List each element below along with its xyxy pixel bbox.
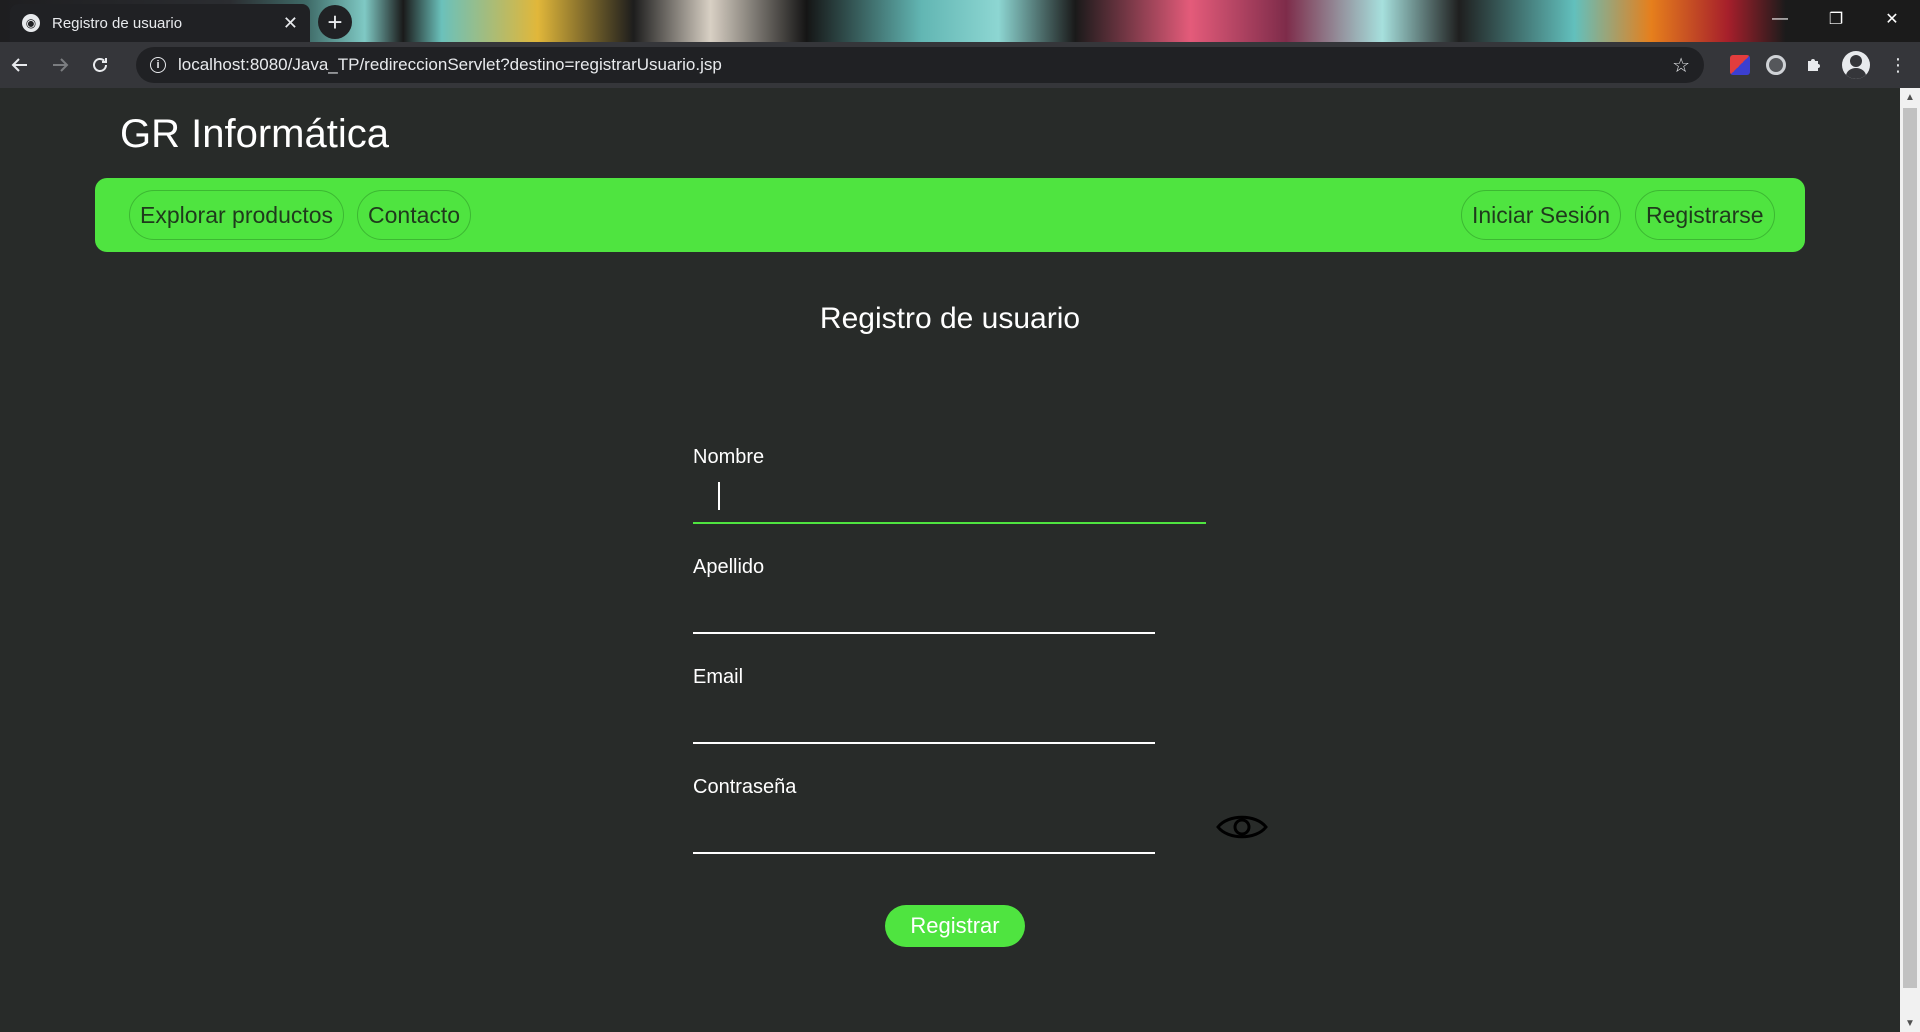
globe-icon: ◉ — [22, 14, 40, 32]
extension-record-icon[interactable] — [1766, 55, 1786, 75]
address-bar[interactable]: i localhost:8080/Java_TP/redireccionServ… — [136, 47, 1704, 83]
reload-button[interactable] — [80, 45, 120, 85]
nombre-label: Nombre — [693, 446, 765, 468]
forward-button[interactable] — [40, 45, 80, 85]
nombre-input[interactable] — [693, 480, 1206, 524]
site-brand[interactable]: GR Informática — [120, 112, 389, 157]
extension-color-icon[interactable] — [1730, 55, 1750, 75]
scrollbar-thumb[interactable] — [1903, 108, 1917, 988]
browser-toolbar: i localhost:8080/Java_TP/redireccionServ… — [0, 42, 1920, 88]
nav-explorar-productos[interactable]: Explorar productos — [129, 190, 345, 240]
scroll-down-arrow-icon[interactable]: ▼ — [1900, 1014, 1920, 1032]
email-label: Email — [693, 666, 744, 688]
page-viewport: GR Informática Explorar productos Contac… — [0, 88, 1900, 1032]
back-arrow-icon — [11, 58, 27, 72]
new-tab-button[interactable]: + — [318, 5, 352, 39]
extensions-puzzle-icon[interactable] — [1802, 53, 1826, 77]
back-button[interactable] — [0, 45, 40, 85]
registrar-button[interactable]: Registrar — [885, 905, 1025, 947]
tab-title: Registro de usuario — [52, 14, 183, 32]
restore-button[interactable]: ❐ — [1808, 0, 1864, 38]
page-scrollbar[interactable]: ▲ ▼ — [1900, 88, 1920, 1032]
scroll-up-arrow-icon[interactable]: ▲ — [1900, 88, 1920, 106]
extensions-area: ⋮ — [1730, 48, 1910, 82]
site-info-icon[interactable]: i — [150, 57, 166, 73]
show-password-eye-icon[interactable] — [1216, 812, 1268, 842]
minimize-button[interactable]: — — [1752, 0, 1808, 38]
window-controls: — ❐ ✕ — [1752, 0, 1920, 38]
browser-menu-icon[interactable]: ⋮ — [1886, 53, 1910, 77]
browser-tab[interactable]: ◉ Registro de usuario ✕ — [10, 4, 310, 42]
close-window-button[interactable]: ✕ — [1864, 0, 1920, 38]
apellido-label: Apellido — [693, 556, 765, 578]
contrasena-label: Contraseña — [693, 776, 797, 798]
main-navbar: Explorar productos Contacto Iniciar Sesi… — [95, 178, 1805, 252]
bookmark-star-icon[interactable]: ☆ — [1672, 53, 1690, 78]
email-input[interactable] — [693, 700, 1155, 744]
url-text[interactable]: localhost:8080/Java_TP/redireccionServle… — [178, 55, 1660, 75]
password-input[interactable] — [693, 810, 1155, 854]
reload-icon — [93, 58, 107, 72]
nav-iniciar-sesion[interactable]: Iniciar Sesión — [1461, 190, 1622, 240]
text-caret — [718, 482, 720, 510]
page-title: Registro de usuario — [819, 302, 1081, 335]
apellido-input[interactable] — [693, 590, 1155, 634]
close-tab-icon[interactable]: ✕ — [283, 14, 298, 32]
browser-tab-strip: ◉ Registro de usuario ✕ + — ❐ ✕ — [0, 0, 1920, 42]
nav-registrarse[interactable]: Registrarse — [1635, 190, 1775, 240]
forward-arrow-icon — [53, 58, 69, 72]
nav-contacto[interactable]: Contacto — [357, 190, 472, 240]
profile-avatar-icon[interactable] — [1842, 51, 1870, 79]
